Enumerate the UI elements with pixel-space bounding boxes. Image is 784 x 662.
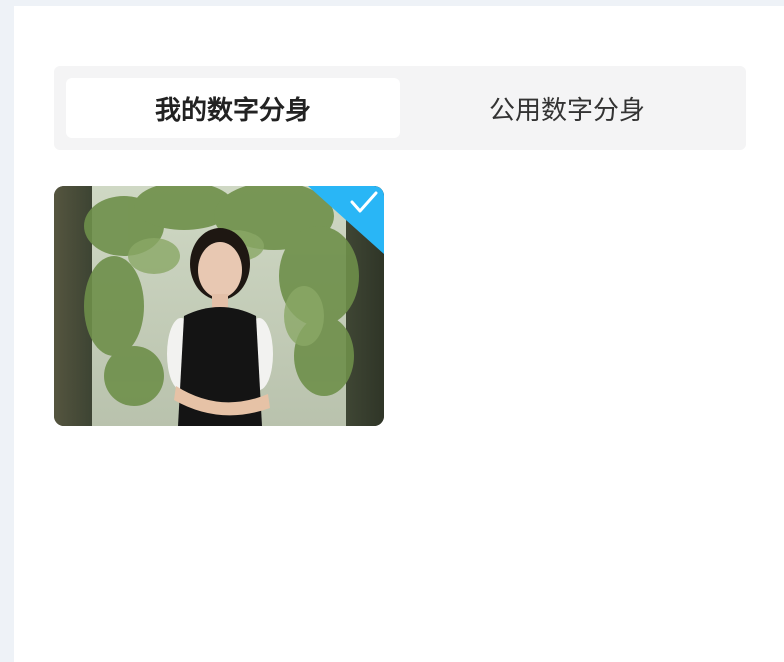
avatar-panel: 我的数字分身 公用数字分身 bbox=[14, 6, 784, 662]
avatar-card[interactable] bbox=[54, 186, 384, 426]
tab-public-avatars[interactable]: 公用数字分身 bbox=[400, 78, 734, 138]
avatar-tab-switcher: 我的数字分身 公用数字分身 bbox=[54, 66, 746, 150]
selected-badge bbox=[308, 186, 384, 254]
tab-my-avatars[interactable]: 我的数字分身 bbox=[66, 78, 400, 138]
